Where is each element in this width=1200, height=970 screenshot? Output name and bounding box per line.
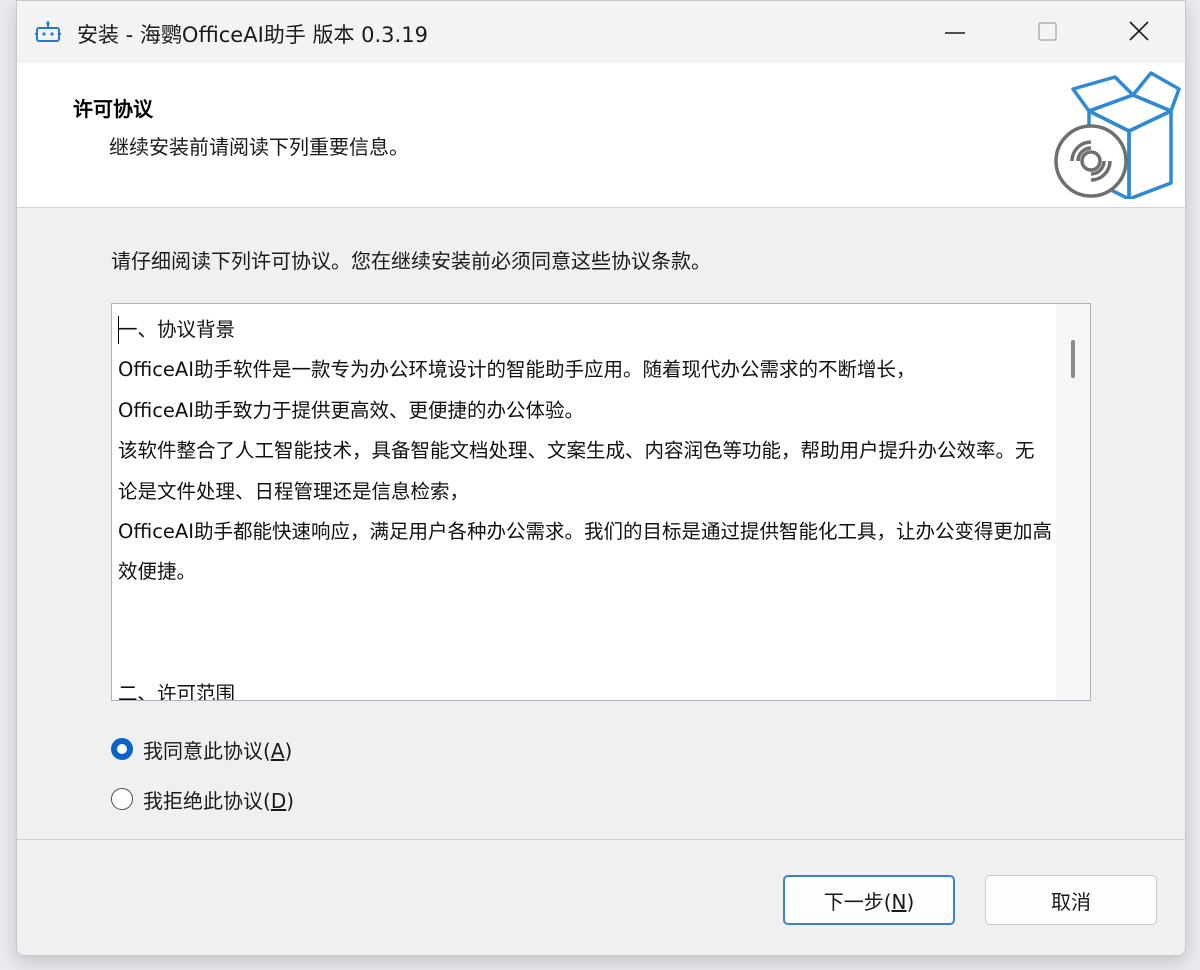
license-paragraph: OfficeAI助手软件是一款专为办公环境设计的智能助手应用。随着现代办公需求的… [118, 358, 916, 382]
vertical-scrollbar[interactable] [1056, 304, 1090, 700]
radio-unchecked-icon [111, 788, 133, 810]
decline-agreement-radio[interactable]: 我拒绝此协议(D) [111, 785, 294, 813]
close-icon [1129, 21, 1149, 41]
license-paragraph: 该软件整合了人工智能技术，具备智能文档处理、文案生成、内容润色等功能，帮助用户提… [118, 439, 1035, 503]
cancel-button[interactable]: 取消 [985, 875, 1157, 925]
next-button-label: 下一步(N) [823, 889, 915, 914]
maximize-icon [1038, 22, 1057, 41]
accept-agreement-radio[interactable]: 我同意此协议(A) [111, 735, 292, 763]
license-instruction: 请仔细阅读下列许可协议。您在继续安装前必须同意这些协议条款。 [111, 249, 711, 273]
license-paragraph: OfficeAI助手致力于提供更高效、更便捷的办公体验。 [118, 398, 585, 422]
radio-checked-icon [111, 738, 133, 760]
maximize-button[interactable] [1001, 1, 1093, 63]
window-title: 安装 - 海鹦OfficeAI助手 版本 0.3.19 [77, 23, 428, 47]
license-text-area[interactable]: 一、协议背景 OfficeAI助手软件是一款专为办公环境设计的智能助手应用。随着… [111, 303, 1091, 701]
installer-window: 安装 - 海鹦OfficeAI助手 版本 0.3.19 许可协议 继续安装前请阅… [16, 0, 1186, 956]
minimize-button[interactable] [909, 1, 1001, 63]
wizard-header: 许可协议 继续安装前请阅读下列重要信息。 [17, 63, 1185, 208]
installer-robot-icon [35, 21, 61, 42]
page-subtitle: 继续安装前请阅读下列重要信息。 [109, 135, 409, 159]
title-bar[interactable]: 安装 - 海鹦OfficeAI助手 版本 0.3.19 [17, 1, 1185, 63]
license-heading-1: 一、协议背景 [118, 318, 236, 341]
accept-label: 我同意此协议(A) [143, 738, 293, 763]
minimize-icon [945, 32, 965, 34]
open-box-with-disc-icon [1054, 71, 1181, 199]
license-paragraph: OfficeAI助手都能快速响应，满足用户各种办公需求。我们的目标是通过提供智能… [118, 520, 1053, 584]
scrollbar-thumb[interactable] [1071, 340, 1075, 378]
blank-lines [118, 593, 1052, 674]
decline-label: 我拒绝此协议(D) [143, 788, 295, 813]
license-heading-2: 二、许可范围 [118, 681, 236, 701]
cancel-button-label: 取消 [1051, 889, 1091, 914]
next-button[interactable]: 下一步(N) [783, 875, 955, 925]
license-content: 一、协议背景 OfficeAI助手软件是一款专为办公环境设计的智能助手应用。随着… [118, 310, 1053, 701]
page-title: 许可协议 [73, 97, 153, 121]
close-button[interactable] [1093, 1, 1185, 63]
footer-divider [17, 839, 1185, 840]
